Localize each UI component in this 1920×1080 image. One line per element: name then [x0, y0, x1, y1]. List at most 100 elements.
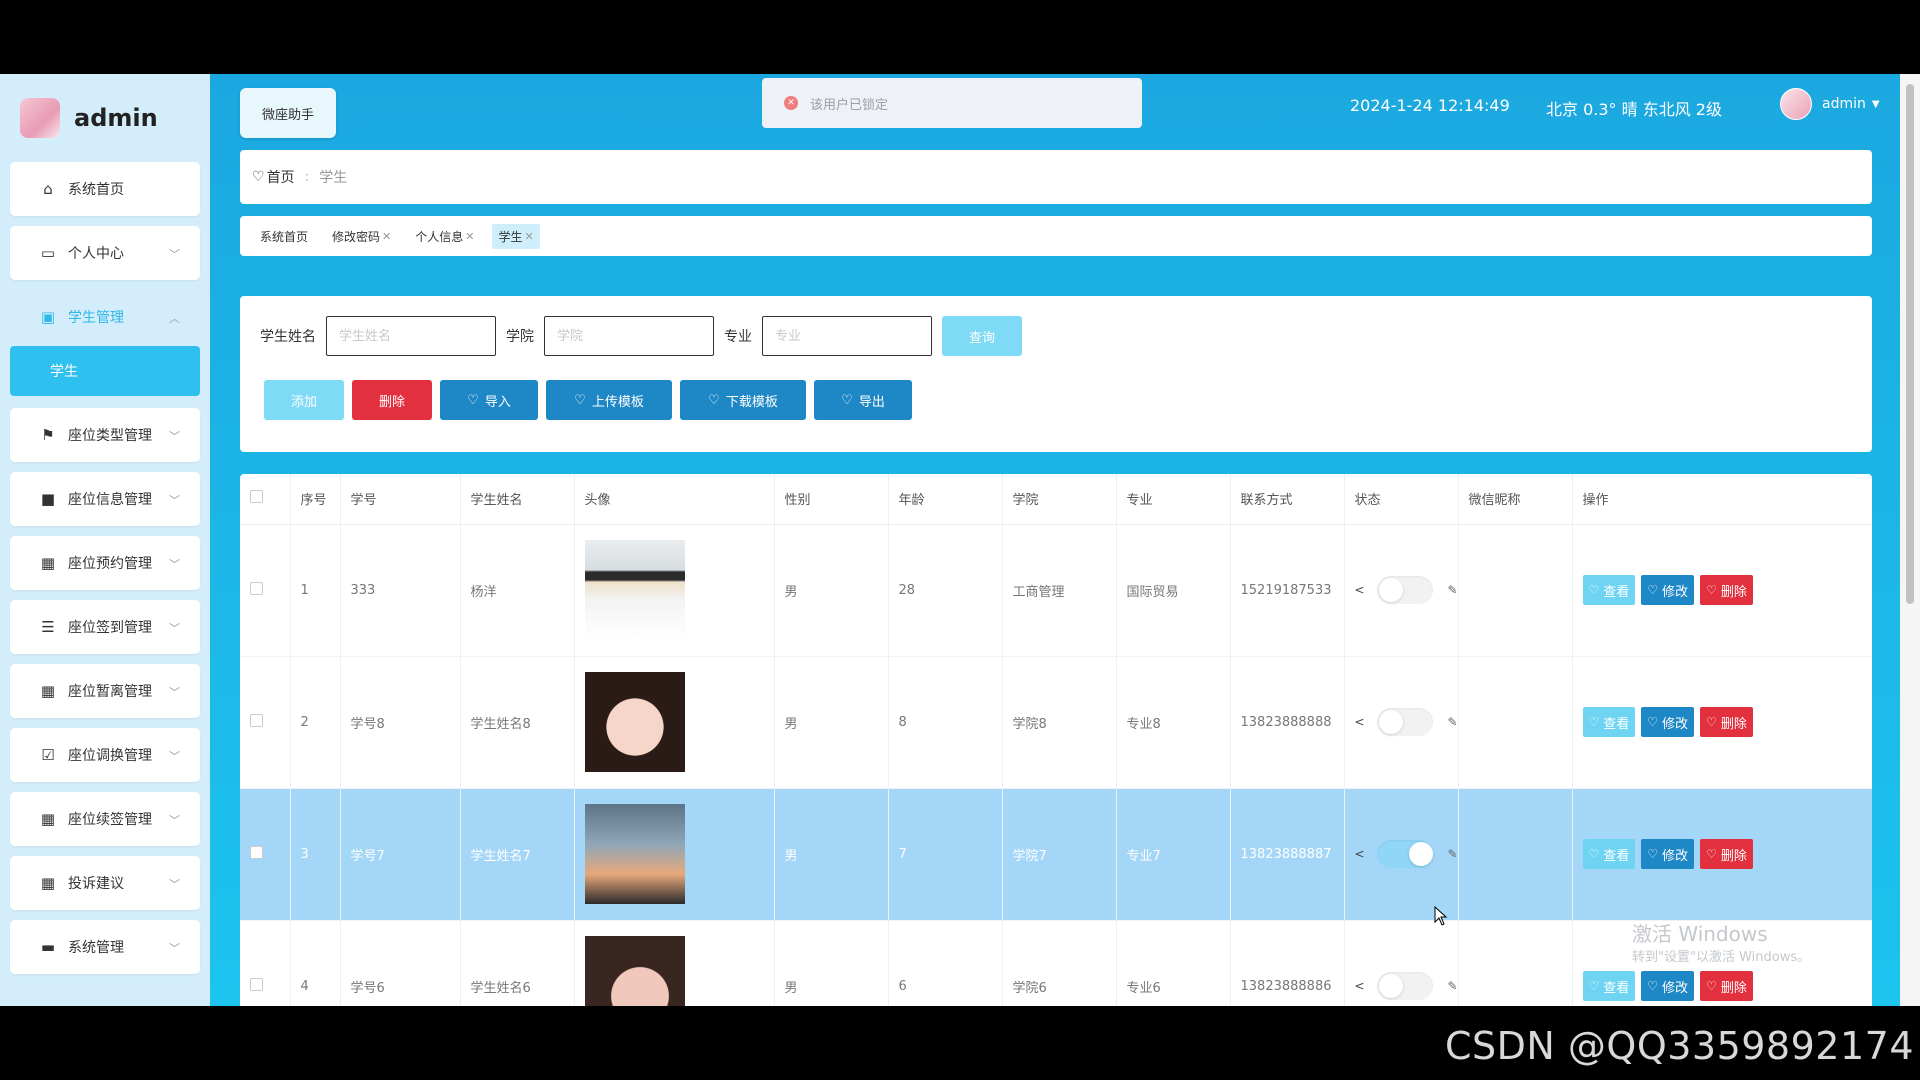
delete-row-button[interactable]: ♡ 删除: [1700, 707, 1753, 737]
student-name-input[interactable]: [326, 316, 496, 356]
major-input[interactable]: [762, 316, 932, 356]
table-row[interactable]: 3 学号7 学生姓名7 男 7 学院7 专业7 13823888887 < ✎ …: [240, 788, 1872, 921]
export-button[interactable]: ♡ 导出: [814, 380, 912, 420]
sidebar-item-seat-checkin[interactable]: ☰ 座位签到管理 ﹀: [10, 600, 200, 654]
download-template-button[interactable]: ♡ 下载模板: [680, 380, 806, 420]
sidebar-subitem-student[interactable]: 学生: [10, 346, 200, 396]
tab-home[interactable]: 系统首页: [254, 224, 314, 249]
edit-label: 修改: [1662, 848, 1689, 864]
add-button[interactable]: 添加: [264, 380, 344, 420]
checkbox[interactable]: [250, 490, 263, 504]
tab-change-password[interactable]: 修改密码 ✕: [326, 224, 397, 249]
view-button[interactable]: ♡ 查看: [1582, 839, 1636, 869]
status-toggle[interactable]: [1376, 840, 1434, 868]
checkbox[interactable]: [250, 581, 263, 595]
checkbox[interactable]: [250, 977, 263, 991]
checkbox[interactable]: [250, 713, 263, 727]
sidebar-item-profile[interactable]: ▭ 个人中心 ﹀: [10, 226, 200, 280]
row-number: 2: [290, 656, 341, 789]
operations-cell: ♡ 查看 ♡ 修改 ♡ 删除: [1572, 524, 1872, 657]
tab-bar: 系统首页 修改密码 ✕ 个人信息 ✕ 学生 ✕: [240, 216, 1872, 256]
vertical-scrollbar[interactable]: [1900, 74, 1920, 1006]
checkbox[interactable]: [250, 845, 263, 859]
college: 工商管理: [1002, 524, 1117, 657]
sidebar-item-seat-leave[interactable]: ▦ 座位暂离管理 ﹀: [10, 664, 200, 718]
table-row[interactable]: 1 333 杨洋 男 28 工商管理 国际贸易 15219187533 < ✎ …: [240, 524, 1872, 657]
toggle-knob: [1378, 974, 1403, 998]
sidebar-item-student-mgmt[interactable]: ▣ 学生管理 ︿: [10, 290, 200, 344]
sidebar-item-label: 系统管理: [68, 940, 124, 956]
apps-icon: ▦: [40, 682, 56, 700]
share-icon: <: [1354, 583, 1365, 597]
sidebar-item-label: 座位暂离管理: [68, 684, 152, 700]
row-select-cell[interactable]: [240, 920, 291, 1006]
sidebar-item-seat-reserve[interactable]: ▦ 座位预约管理 ﹀: [10, 536, 200, 590]
status-cell: < ✎: [1344, 656, 1459, 789]
sidebar-item-complaints[interactable]: ▦ 投诉建议 ﹀: [10, 856, 200, 910]
sidebar-item-label: 座位类型管理: [68, 428, 152, 444]
toast-message: ✕ 该用户已锁定: [762, 78, 1142, 128]
import-label: 导入: [484, 394, 511, 410]
wechat-nickname: [1458, 920, 1573, 1006]
query-button[interactable]: 查询: [942, 316, 1022, 356]
sidebar-item-label: 个人中心: [68, 246, 124, 262]
edit-button[interactable]: ♡ 修改: [1641, 971, 1695, 1001]
close-icon[interactable]: ✕: [525, 230, 534, 243]
breadcrumb: ♡ 首页 : 学生: [240, 150, 1872, 204]
close-icon[interactable]: ✕: [382, 230, 391, 243]
column-header: 状态: [1344, 474, 1459, 525]
user-menu[interactable]: admin ▼: [1780, 88, 1880, 120]
sidebar-item-seat-info[interactable]: ■ 座位信息管理 ﹀: [10, 472, 200, 526]
status-toggle[interactable]: [1376, 708, 1434, 736]
select-all-cell[interactable]: [240, 474, 291, 525]
row-select-cell[interactable]: [240, 788, 291, 921]
sidebar-item-home[interactable]: ⌂ 系统首页: [10, 162, 200, 216]
table-row[interactable]: 2 学号8 学生姓名8 男 8 学院8 专业8 13823888888 < ✎ …: [240, 656, 1872, 789]
upload-template-button[interactable]: ♡ 上传模板: [546, 380, 672, 420]
sidebar-item-system[interactable]: ▬ 系统管理 ﹀: [10, 920, 200, 974]
row-select-cell[interactable]: [240, 524, 291, 657]
status-toggle[interactable]: [1376, 576, 1434, 604]
column-header: 年龄: [888, 474, 1003, 525]
sidebar-item-seat-renew[interactable]: ▦ 座位续签管理 ﹀: [10, 792, 200, 846]
scrollbar-thumb[interactable]: [1906, 84, 1914, 604]
gender: 男: [774, 524, 889, 657]
column-header: 性别: [774, 474, 889, 525]
sidebar-username: admin: [74, 104, 158, 132]
tab-label: 修改密码: [332, 229, 381, 244]
chevron-down-icon: ﹀: [169, 622, 180, 635]
edit-button[interactable]: ♡ 修改: [1641, 839, 1695, 869]
view-button[interactable]: ♡ 查看: [1582, 707, 1636, 737]
delete-row-button[interactable]: ♡ 删除: [1700, 839, 1753, 869]
edit-button[interactable]: ♡ 修改: [1641, 575, 1695, 605]
column-header: 联系方式: [1230, 474, 1345, 525]
delete-button[interactable]: 删除: [352, 380, 432, 420]
pen-icon: ✎: [1447, 583, 1458, 597]
delete-row-button[interactable]: ♡ 删除: [1700, 575, 1753, 605]
delete-label: 删除: [1720, 584, 1747, 600]
status-toggle[interactable]: [1376, 972, 1434, 1000]
id-card-icon: ▣: [40, 308, 56, 326]
row-select-cell[interactable]: [240, 656, 291, 789]
table-row[interactable]: 4 学号6 学生姓名6 男 6 学院6 专业6 13823888886 < ✎ …: [240, 920, 1872, 1006]
sidebar-header: admin: [0, 74, 210, 162]
heart-icon: ♡: [1588, 583, 1600, 597]
heart-icon: ♡: [1647, 979, 1659, 993]
mouse-cursor-icon: [1434, 906, 1448, 926]
tab-student[interactable]: 学生 ✕: [492, 223, 540, 249]
sidebar-item-seat-type[interactable]: ⚑ 座位类型管理 ﹀: [10, 408, 200, 462]
college-input[interactable]: [544, 316, 714, 356]
delete-row-button[interactable]: ♡ 删除: [1700, 971, 1753, 1001]
assistant-button[interactable]: 微座助手: [240, 88, 336, 138]
avatar: [1780, 88, 1812, 120]
delete-label: 删除: [1720, 716, 1747, 732]
close-icon[interactable]: ✕: [465, 230, 474, 243]
breadcrumb-home[interactable]: 首页: [267, 167, 295, 187]
tab-personal-info[interactable]: 个人信息 ✕: [409, 224, 480, 249]
view-button[interactable]: ♡ 查看: [1582, 971, 1636, 1001]
major: 国际贸易: [1116, 524, 1231, 657]
sidebar-item-seat-swap[interactable]: ☑ 座位调换管理 ﹀: [10, 728, 200, 782]
edit-button[interactable]: ♡ 修改: [1641, 707, 1695, 737]
view-button[interactable]: ♡ 查看: [1582, 575, 1636, 605]
import-button[interactable]: ♡ 导入: [440, 380, 538, 420]
